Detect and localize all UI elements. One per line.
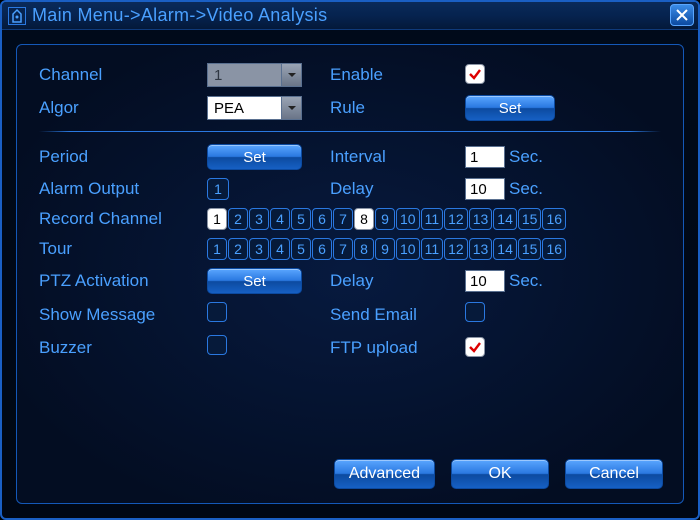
record-channel-13[interactable]: 13 xyxy=(469,208,493,230)
label-ptz-activation: PTZ Activation xyxy=(39,271,199,291)
enable-checkbox[interactable] xyxy=(465,64,485,84)
show-message-checkbox[interactable] xyxy=(207,302,227,322)
tour-channel-8[interactable]: 8 xyxy=(354,238,374,260)
record-channel-16[interactable]: 16 xyxy=(542,208,566,230)
ok-button[interactable]: OK xyxy=(451,459,549,489)
tour-channel-16[interactable]: 16 xyxy=(542,238,566,260)
content-panel: Channel 1 Enable Algor PEA Rule Set Peri… xyxy=(16,44,684,504)
ptz-delay-input[interactable]: 10 xyxy=(465,270,505,292)
cancel-button[interactable]: Cancel xyxy=(565,459,663,489)
tour-channel-6[interactable]: 6 xyxy=(312,238,332,260)
record-channel-14[interactable]: 14 xyxy=(493,208,517,230)
algor-value: PEA xyxy=(208,97,281,119)
delay-input[interactable]: 10 xyxy=(465,178,505,200)
label-channel: Channel xyxy=(39,65,199,85)
interval-input[interactable]: 1 xyxy=(465,146,505,168)
label-alarm-output: Alarm Output xyxy=(39,179,199,199)
interval-unit: Sec. xyxy=(509,147,543,167)
record-channel-7[interactable]: 7 xyxy=(333,208,353,230)
label-show-message: Show Message xyxy=(39,305,199,325)
record-channel-strip: 12345678910111213141516 xyxy=(207,208,661,230)
tour-channel-1[interactable]: 1 xyxy=(207,238,227,260)
tour-channel-12[interactable]: 12 xyxy=(444,238,468,260)
buzzer-checkbox[interactable] xyxy=(207,335,227,355)
form-grid-main: Period Set Interval 1 Sec. Alarm Output … xyxy=(39,144,661,360)
alarm-output-1[interactable]: 1 xyxy=(207,178,229,200)
delay-unit: Sec. xyxy=(509,179,543,199)
window-title: Main Menu->Alarm->Video Analysis xyxy=(32,5,327,26)
label-rule: Rule xyxy=(330,98,457,118)
record-channel-10[interactable]: 10 xyxy=(396,208,420,230)
record-channel-11[interactable]: 11 xyxy=(421,208,444,230)
tour-channel-5[interactable]: 5 xyxy=(291,238,311,260)
record-channel-6[interactable]: 6 xyxy=(312,208,332,230)
label-record-channel: Record Channel xyxy=(39,209,199,229)
tour-channel-10[interactable]: 10 xyxy=(396,238,420,260)
record-channel-4[interactable]: 4 xyxy=(270,208,290,230)
tour-channel-14[interactable]: 14 xyxy=(493,238,517,260)
ftp-upload-checkbox[interactable] xyxy=(465,337,485,357)
label-algor: Algor xyxy=(39,98,199,118)
titlebar: Main Menu->Alarm->Video Analysis xyxy=(2,2,698,30)
check-icon xyxy=(468,340,482,354)
tour-channel-4[interactable]: 4 xyxy=(270,238,290,260)
record-channel-9[interactable]: 9 xyxy=(375,208,395,230)
label-enable: Enable xyxy=(330,65,457,85)
ptz-delay-unit: Sec. xyxy=(509,271,543,291)
close-icon xyxy=(676,9,688,21)
divider xyxy=(39,131,661,132)
record-channel-12[interactable]: 12 xyxy=(444,208,468,230)
dropdown-arrow-icon xyxy=(281,97,301,119)
record-channel-5[interactable]: 5 xyxy=(291,208,311,230)
label-ptz-delay: Delay xyxy=(330,271,457,291)
set-period-button[interactable]: Set xyxy=(207,144,302,170)
tour-channel-15[interactable]: 15 xyxy=(518,238,542,260)
dropdown-arrow-icon xyxy=(281,64,301,86)
label-tour: Tour xyxy=(39,239,199,259)
tour-channel-11[interactable]: 11 xyxy=(421,238,444,260)
channel-value: 1 xyxy=(208,64,281,86)
footer-buttons: Advanced OK Cancel xyxy=(334,459,663,489)
set-rule-button[interactable]: Set xyxy=(465,95,555,121)
label-delay: Delay xyxy=(330,179,457,199)
record-channel-2[interactable]: 2 xyxy=(228,208,248,230)
record-channel-8[interactable]: 8 xyxy=(354,208,374,230)
tour-channel-13[interactable]: 13 xyxy=(469,238,493,260)
close-button[interactable] xyxy=(670,4,694,26)
label-interval: Interval xyxy=(330,147,457,167)
label-buzzer: Buzzer xyxy=(39,338,199,358)
advanced-button[interactable]: Advanced xyxy=(334,459,435,489)
send-email-checkbox[interactable] xyxy=(465,302,485,322)
record-channel-1[interactable]: 1 xyxy=(207,208,227,230)
label-period: Period xyxy=(39,147,199,167)
check-icon xyxy=(468,67,482,81)
tour-channel-7[interactable]: 7 xyxy=(333,238,353,260)
window-video-analysis: Main Menu->Alarm->Video Analysis Channel… xyxy=(0,0,700,520)
record-channel-15[interactable]: 15 xyxy=(518,208,542,230)
record-channel-3[interactable]: 3 xyxy=(249,208,269,230)
channel-select[interactable]: 1 xyxy=(207,63,302,87)
tour-channel-2[interactable]: 2 xyxy=(228,238,248,260)
set-ptz-button[interactable]: Set xyxy=(207,268,302,294)
form-grid-top: Channel 1 Enable Algor PEA Rule Set xyxy=(39,63,661,121)
label-ftp-upload: FTP upload xyxy=(330,338,457,358)
algor-select[interactable]: PEA xyxy=(207,96,302,120)
tour-channel-strip: 12345678910111213141516 xyxy=(207,238,661,260)
tour-channel-9[interactable]: 9 xyxy=(375,238,395,260)
label-send-email: Send Email xyxy=(330,305,457,325)
app-icon xyxy=(8,7,26,25)
tour-channel-3[interactable]: 3 xyxy=(249,238,269,260)
